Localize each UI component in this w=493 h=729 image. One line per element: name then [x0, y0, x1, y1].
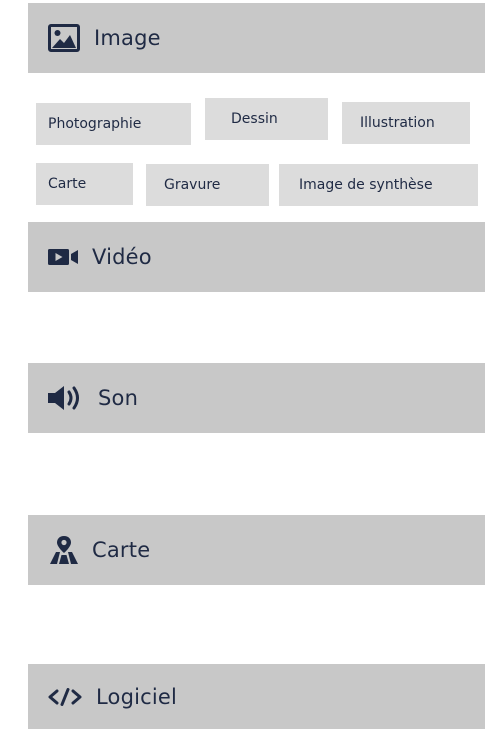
section-son[interactable]: Son [28, 363, 485, 433]
section-video[interactable]: Vidéo [28, 222, 485, 292]
chip-photographie[interactable]: Photographie [36, 103, 191, 145]
section-logiciel-label: Logiciel [96, 684, 178, 709]
section-logiciel[interactable]: Logiciel [28, 664, 485, 729]
section-image-label: Image [94, 26, 161, 50]
section-carte-label: Carte [92, 538, 151, 562]
map-pin-icon [48, 535, 80, 565]
section-image[interactable]: Image [28, 3, 485, 73]
chip-image-de-synthese[interactable]: Image de synthèse [279, 164, 478, 206]
section-video-label: Vidéo [92, 245, 152, 269]
chip-carte[interactable]: Carte [36, 163, 133, 205]
section-carte[interactable]: Carte [28, 515, 485, 585]
video-camera-icon [48, 246, 80, 268]
speaker-icon [46, 383, 86, 413]
section-son-label: Son [98, 386, 139, 410]
code-icon [48, 687, 82, 706]
chip-gravure[interactable]: Gravure [146, 164, 269, 206]
chip-dessin[interactable]: Dessin [205, 98, 328, 140]
chip-illustration[interactable]: Illustration [342, 102, 470, 144]
image-icon [48, 24, 80, 52]
